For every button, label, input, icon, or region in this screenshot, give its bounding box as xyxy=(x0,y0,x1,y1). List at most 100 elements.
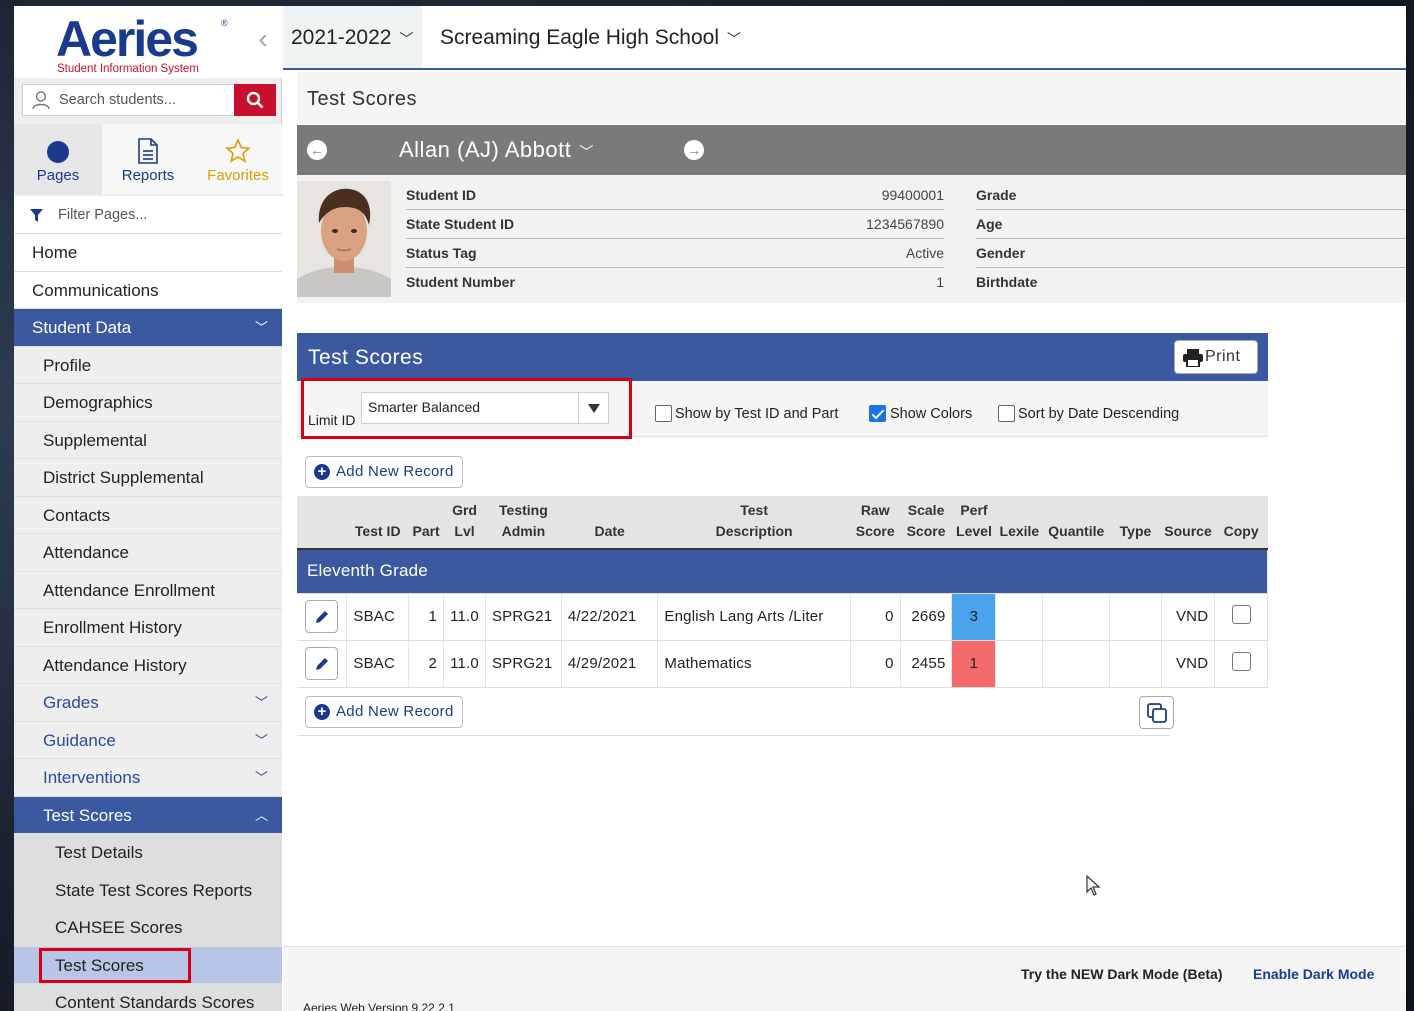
cell-admin: SPRG21 xyxy=(485,593,562,641)
sidebar-item-state-test-scores-reports[interactable]: State Test Scores Reports xyxy=(14,871,282,909)
sidebar-item-content-standards-scores[interactable]: Content Standards Scores xyxy=(14,984,282,1011)
chevron-down-icon: ﹀ xyxy=(254,770,268,785)
sidebar-item-enrollment-history[interactable]: Enrollment History xyxy=(14,609,282,647)
cell-perf-level: 1 xyxy=(951,640,997,688)
aeries-logo[interactable]: Aeries ® Student Information System ‹ xyxy=(14,6,282,78)
show-by-test-id-label: Show by Test ID and Part xyxy=(675,406,839,422)
column-header[interactable]: Source xyxy=(1161,496,1215,550)
sidebar-item-test-scores[interactable]: Test Scores xyxy=(14,946,282,984)
sidebar-item-supplemental[interactable]: Supplemental xyxy=(14,421,282,459)
sidebar-item-test-details[interactable]: Test Details xyxy=(14,834,282,872)
cell-type xyxy=(1109,593,1162,641)
sidebar-item-home[interactable]: Home xyxy=(14,234,282,272)
cell-date: 4/29/2021 xyxy=(561,640,659,688)
sidebar-item-guidance[interactable]: Guidance ﹀ xyxy=(14,721,282,759)
previous-student-arrow-icon[interactable]: ← xyxy=(307,140,327,160)
column-header[interactable]: Lexile xyxy=(995,496,1043,550)
copy-records-button[interactable] xyxy=(1139,696,1174,729)
sidebar-item-attendance[interactable]: Attendance xyxy=(14,534,282,572)
edit-cell xyxy=(297,640,348,688)
tab-favorites[interactable]: Favorites xyxy=(194,124,282,194)
group-row: Eleventh Grade xyxy=(297,549,1268,594)
info-label: Birthdate xyxy=(976,274,1038,290)
student-name-selector[interactable]: Allan (AJ) Abbott ﹀ xyxy=(399,137,594,163)
show-colors-checkbox[interactable] xyxy=(869,405,886,422)
show-by-test-id-checkbox[interactable] xyxy=(655,405,672,422)
cell-admin: SPRG21 xyxy=(485,640,562,688)
column-header[interactable]: Grd Lvl xyxy=(443,496,486,550)
column-header[interactable]: Raw Score xyxy=(850,496,901,550)
cell-grade: 11.0 xyxy=(443,640,486,688)
info-value: 1234567890 xyxy=(866,216,944,232)
column-header[interactable]: Part xyxy=(408,496,444,550)
column-header[interactable]: Test ID xyxy=(346,496,409,550)
column-header[interactable]: Quantile xyxy=(1042,496,1110,550)
chevron-down-icon: ﹀ xyxy=(254,320,268,335)
column-header-label: Lexile xyxy=(999,523,1040,539)
sidebar-item-attendance-history[interactable]: Attendance History xyxy=(14,646,282,684)
dark-mode-prompt: Try the NEW Dark Mode (Beta) xyxy=(1021,966,1223,982)
info-status-tag: Status Tag Active xyxy=(406,239,944,268)
cell-lexile xyxy=(995,640,1044,688)
sidebar-item-demographics[interactable]: Demographics xyxy=(14,384,282,422)
cell-test-id: SBAC xyxy=(346,593,410,641)
logo-registered-mark: ® xyxy=(221,18,228,28)
sidebar-item-profile[interactable]: Profile xyxy=(14,346,282,384)
sidebar-item-test-scores-group[interactable]: Test Scores ︿ xyxy=(14,796,282,834)
sort-by-date-desc-checkbox[interactable] xyxy=(998,405,1015,422)
info-student-number: Student Number 1 xyxy=(406,268,944,297)
column-header[interactable]: Scale Score xyxy=(900,496,952,550)
column-header[interactable]: Perf Level xyxy=(951,496,996,550)
info-student-id: Student ID 99400001 xyxy=(406,181,944,210)
sidebar-item-grades[interactable]: Grades ﹀ xyxy=(14,684,282,722)
cell-description: Mathematics xyxy=(657,640,851,688)
tab-reports[interactable]: Reports xyxy=(104,124,192,194)
sidebar-item-communications[interactable]: Communications xyxy=(14,271,282,309)
filter-pages[interactable]: Filter Pages... xyxy=(14,196,282,234)
info-label: Status Tag xyxy=(406,245,477,261)
search-button[interactable] xyxy=(234,84,276,116)
edit-record-button[interactable] xyxy=(305,600,339,633)
search-input[interactable] xyxy=(59,89,229,111)
student-name: Allan (AJ) Abbott xyxy=(399,137,572,162)
sidebar-item-interventions[interactable]: Interventions ﹀ xyxy=(14,759,282,797)
chevron-down-icon: ﹀ xyxy=(727,31,741,47)
print-button[interactable]: Print xyxy=(1174,340,1258,374)
column-header-label: Score xyxy=(855,523,895,539)
column-header-label: Description xyxy=(715,523,793,539)
add-new-record-button-top[interactable]: + Add New Record xyxy=(305,456,463,488)
copy-checkbox[interactable] xyxy=(1231,605,1251,624)
sidebar-item-student-data[interactable]: Student Data ﹀ xyxy=(14,309,282,347)
tab-reports-label: Reports xyxy=(121,167,175,184)
column-header[interactable]: Copy xyxy=(1214,496,1268,550)
info-value: 99400001 xyxy=(881,187,944,203)
print-label: Print xyxy=(1205,348,1241,365)
column-header[interactable]: Date xyxy=(561,496,658,550)
sidebar-item-cahsee-scores[interactable]: CAHSEE Scores xyxy=(14,909,282,947)
pencil-icon xyxy=(316,611,329,623)
tab-pages[interactable]: Pages xyxy=(14,124,102,194)
column-header-label: Part xyxy=(412,523,440,539)
sidebar-item-district-supplemental[interactable]: District Supplemental xyxy=(14,459,282,497)
sidebar-item-contacts[interactable]: Contacts xyxy=(14,496,282,534)
column-header-label: Testing xyxy=(499,502,548,518)
sidebar-item-attendance-enrollment[interactable]: Attendance Enrollment xyxy=(14,571,282,609)
collapse-sidebar-chevron-icon[interactable]: ‹ xyxy=(252,24,274,54)
cell-date: 4/22/2021 xyxy=(561,593,659,641)
school-selector[interactable]: Screaming Eagle High School ﹀ xyxy=(440,6,741,68)
column-header[interactable]: Test Description xyxy=(657,496,851,550)
school-year-selector[interactable]: 2021-2022 ﹀ xyxy=(283,6,422,68)
add-new-record-button-bottom[interactable]: + Add New Record xyxy=(305,696,463,728)
edit-record-button[interactable] xyxy=(305,647,339,680)
show-colors-label: Show Colors xyxy=(890,406,973,422)
cell-quantile xyxy=(1042,593,1111,641)
copy-checkbox[interactable] xyxy=(1231,652,1251,671)
info-label: Student Number xyxy=(406,274,515,290)
search-icon xyxy=(246,91,264,109)
column-header[interactable]: Type xyxy=(1109,496,1162,550)
enable-dark-mode-link[interactable]: Enable Dark Mode xyxy=(1253,966,1374,982)
next-student-arrow-icon[interactable]: → xyxy=(684,140,704,160)
cell-part: 1 xyxy=(408,593,445,641)
column-header[interactable]: Testing Admin xyxy=(485,496,562,550)
pages-dot-icon xyxy=(47,141,69,163)
